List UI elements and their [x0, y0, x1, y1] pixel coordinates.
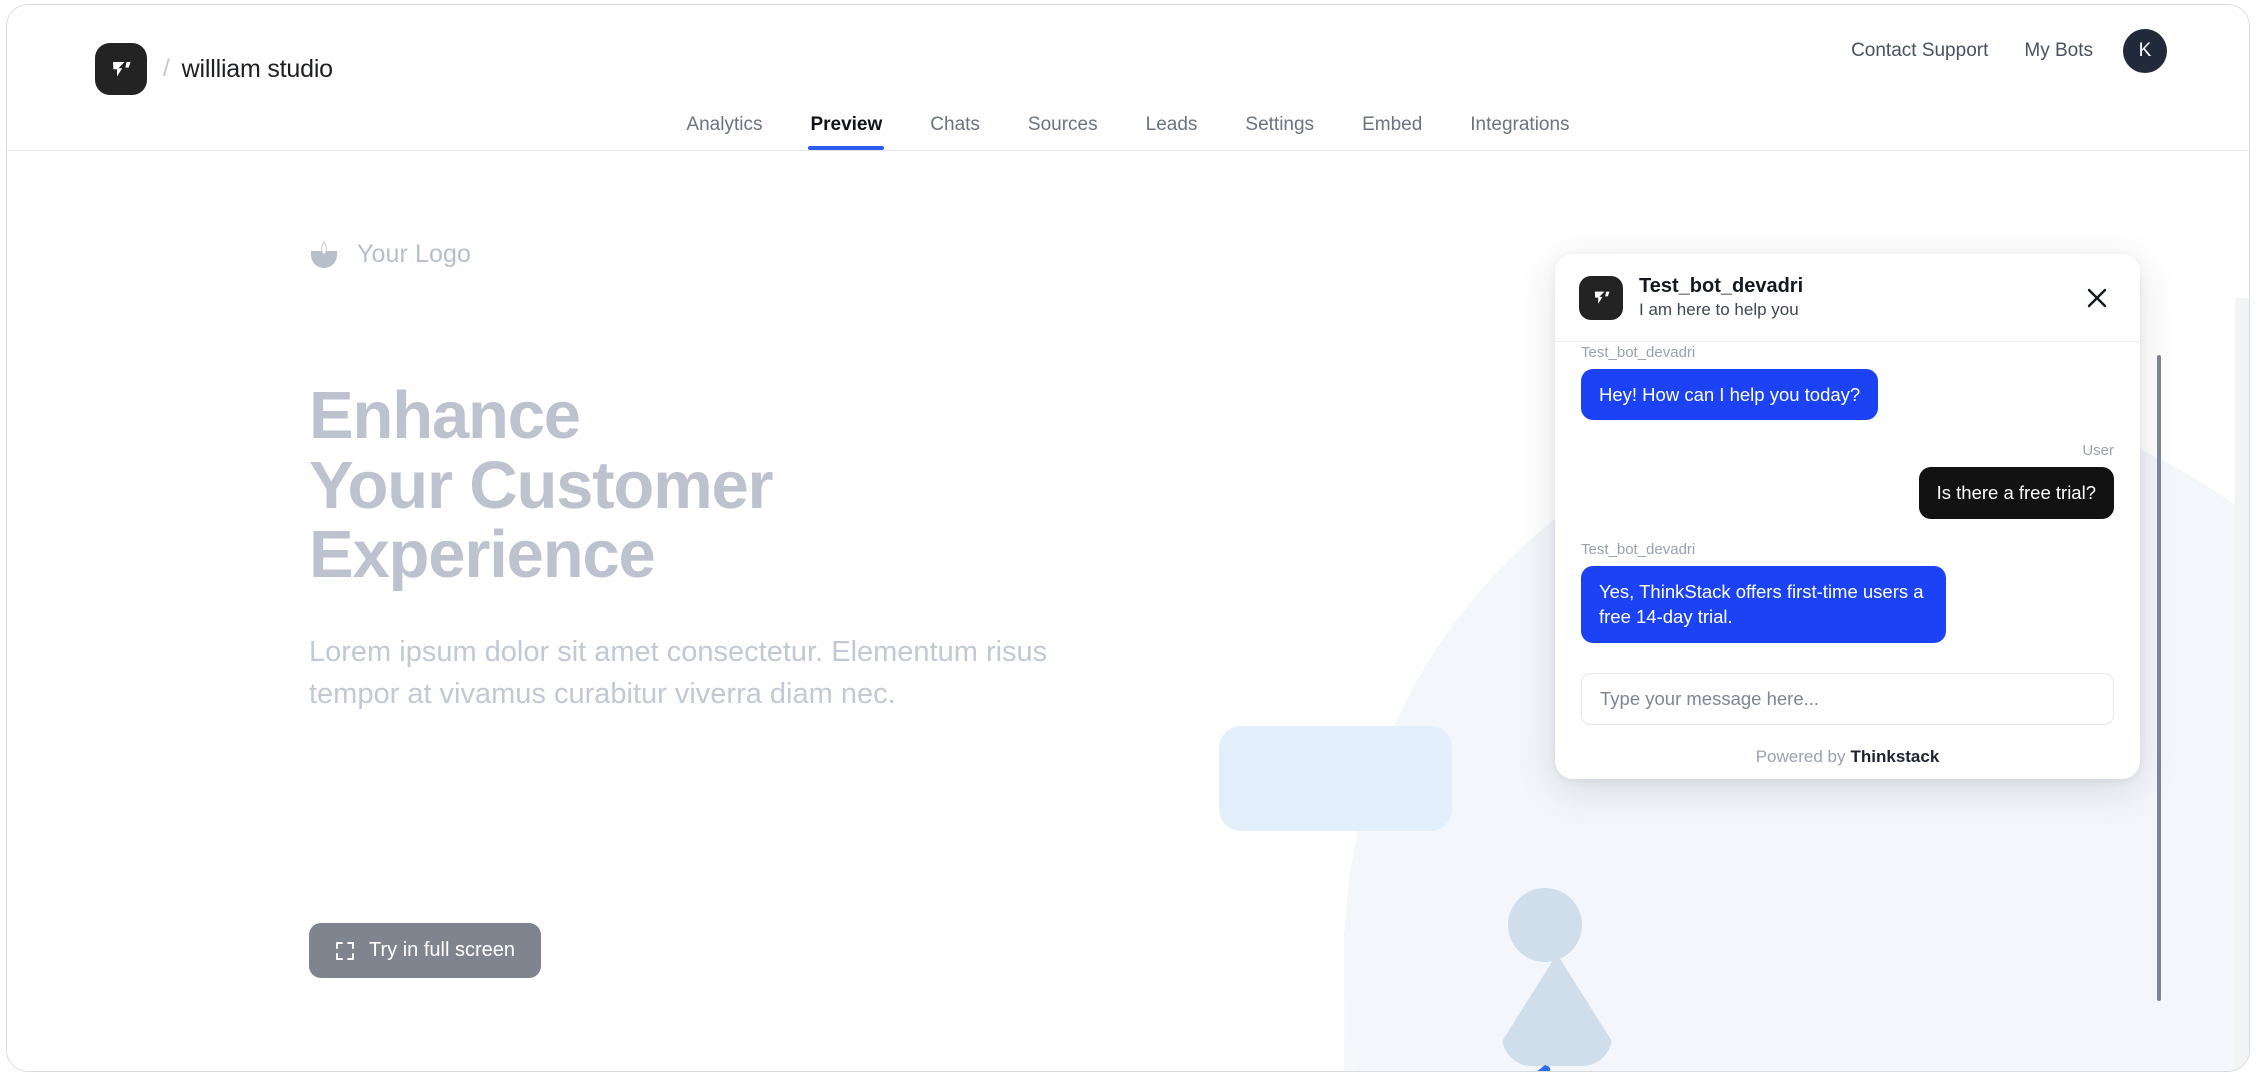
- chat-widget-footer: Powered by Thinkstack: [1555, 735, 2140, 779]
- top-right-actions: Contact Support My Bots K: [1851, 29, 2167, 73]
- hero-section: Your Logo Enhance Your Customer Experien…: [309, 239, 1129, 716]
- chat-bot-avatar: [1579, 275, 1623, 320]
- brand-name: willliam studio: [181, 54, 333, 83]
- tab-settings[interactable]: Settings: [1221, 114, 1338, 150]
- chat-message-bot-2: Test_bot_devadri Yes, ThinkStack offers …: [1581, 541, 2114, 643]
- background-person-body-shape: [1502, 954, 1612, 1066]
- chat-message-input[interactable]: [1581, 673, 2114, 725]
- chat-message-user-1: User Is there a free trial?: [1581, 442, 2114, 519]
- chat-widget: Test_bot_devadri I am here to help you T…: [1555, 254, 2140, 779]
- brand-separator: /: [163, 55, 170, 82]
- tab-sources[interactable]: Sources: [1004, 114, 1122, 150]
- chat-header-texts: Test_bot_devadri I am here to help you: [1639, 274, 2080, 321]
- hero-headline-line-3: Experience: [309, 517, 656, 593]
- page-scrollbar-track[interactable]: [2235, 298, 2249, 1071]
- thinkstack-logo-icon[interactable]: [95, 43, 147, 95]
- chat-input-wrapper: [1555, 673, 2140, 735]
- try-in-full-screen-button[interactable]: Try in full screen: [309, 923, 541, 978]
- hero-headline-line-1: Enhance: [309, 378, 581, 453]
- powered-by-label: Powered by: [1755, 747, 1846, 766]
- chat-message-bot-1: Test_bot_devadri Hey! How can I help you…: [1581, 344, 2114, 421]
- main-tab-nav: Analytics Preview Chats Sources Leads Se…: [7, 92, 2249, 150]
- powered-by-brand: Thinkstack: [1850, 747, 1940, 766]
- background-person-head-shape: [1508, 888, 1582, 962]
- app-window: / willliam studio Contact Support My Bot…: [6, 4, 2250, 1072]
- hero-headline-line-2: Your Customer: [309, 447, 774, 523]
- chat-bot-name: Test_bot_devadri: [1639, 274, 1804, 297]
- chat-message-bubble: Yes, ThinkStack offers first-time users …: [1581, 565, 1946, 643]
- contact-support-link[interactable]: Contact Support: [1851, 40, 1988, 62]
- tab-preview[interactable]: Preview: [786, 114, 906, 150]
- chat-message-sender-label: Test_bot_devadri: [1581, 540, 1696, 558]
- chat-message-bubble: Hey! How can I help you today?: [1581, 368, 1879, 421]
- expand-fullscreen-icon: [336, 941, 354, 960]
- tab-integrations[interactable]: Integrations: [1446, 114, 1593, 150]
- preview-canvas: Your Logo Enhance Your Customer Experien…: [7, 151, 2249, 1071]
- hero-headline: Enhance Your Customer Experience: [309, 381, 1129, 590]
- tab-embed[interactable]: Embed: [1338, 114, 1446, 150]
- chat-message-sender-label: User: [2082, 442, 2114, 460]
- chat-widget-header: Test_bot_devadri I am here to help you: [1555, 254, 2140, 342]
- chat-message-list: Test_bot_devadri Hey! How can I help you…: [1555, 342, 2140, 673]
- tab-analytics[interactable]: Analytics: [662, 114, 786, 150]
- try-in-full-screen-label: Try in full screen: [369, 939, 515, 961]
- chat-message-sender-label: Test_bot_devadri: [1581, 343, 1696, 361]
- background-rounded-rect-shape: [1219, 726, 1452, 831]
- hero-subtext: Lorem ipsum dolor sit amet consectetur. …: [309, 636, 1048, 710]
- avatar-initial: K: [2138, 40, 2152, 61]
- avatar[interactable]: K: [2123, 29, 2167, 73]
- close-icon[interactable]: [2080, 281, 2114, 315]
- background-panel-shape: [1344, 931, 2244, 1071]
- brand-block: / willliam studio: [95, 43, 333, 95]
- chat-message-bubble: Is there a free trial?: [1918, 467, 2114, 519]
- droplet-logo-icon: [311, 241, 337, 268]
- my-bots-link[interactable]: My Bots: [2024, 40, 2093, 62]
- tab-chats[interactable]: Chats: [906, 114, 1004, 150]
- page-scrollbar-thumb[interactable]: [2157, 355, 2161, 1001]
- hero-logo-row: Your Logo: [309, 239, 1129, 269]
- top-header-bar: / willliam studio Contact Support My Bot…: [7, 5, 2249, 151]
- chat-bot-tagline: I am here to help you: [1639, 299, 1799, 319]
- hero-logo-label: Your Logo: [357, 239, 471, 268]
- tab-leads[interactable]: Leads: [1122, 114, 1222, 150]
